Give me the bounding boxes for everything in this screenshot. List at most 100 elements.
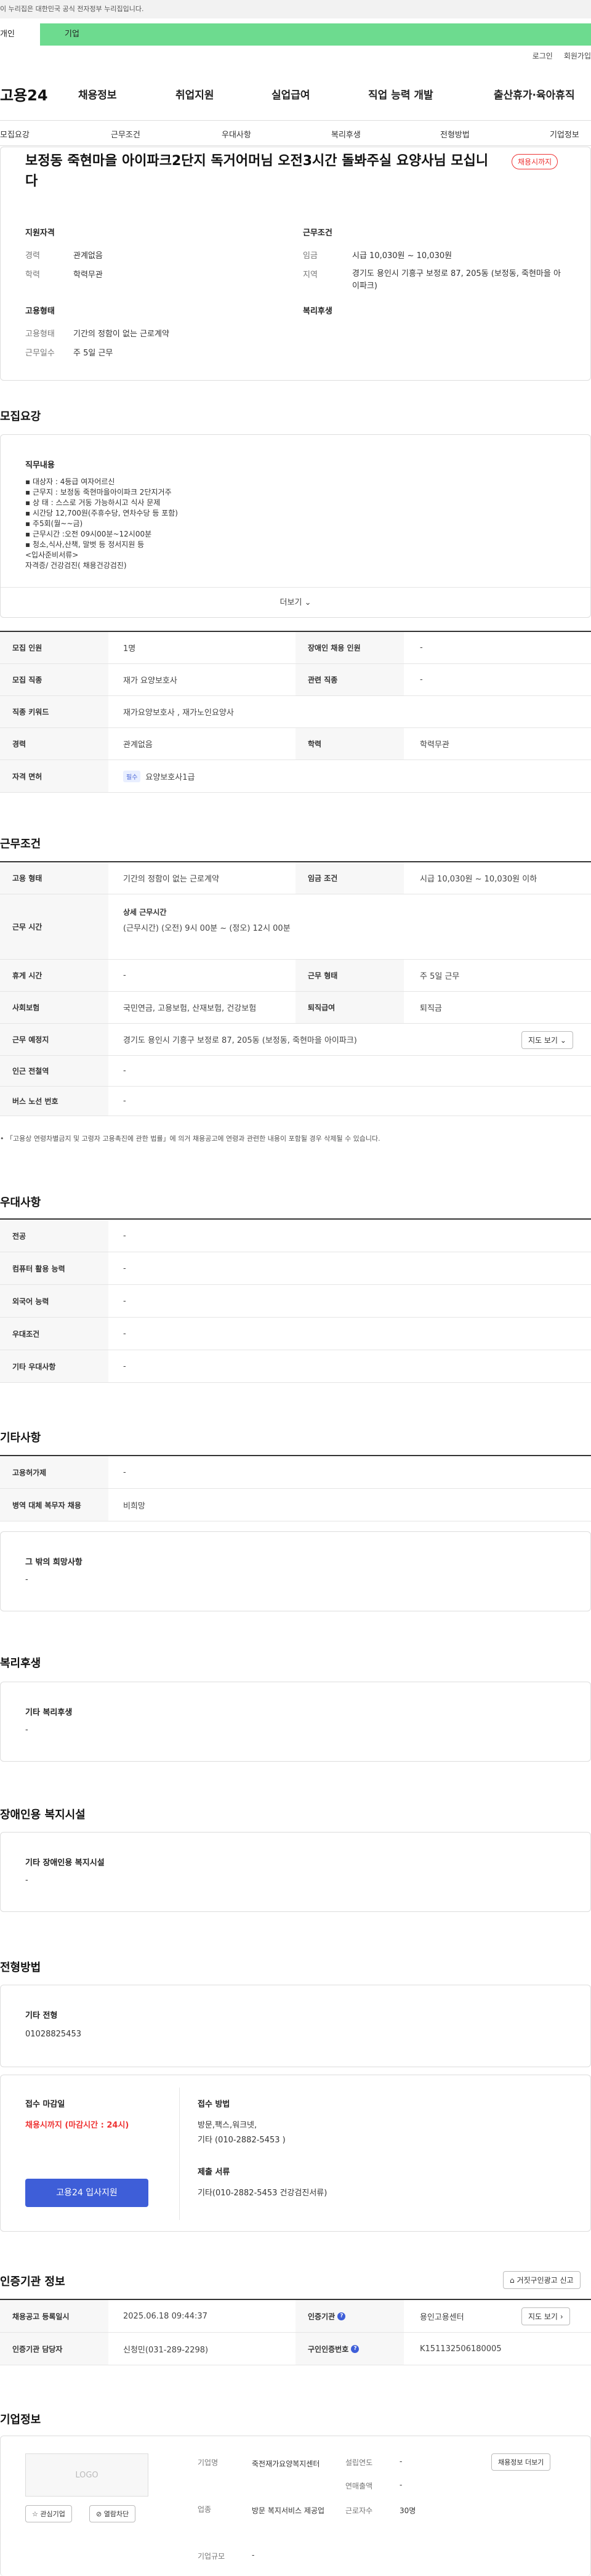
org-map-button[interactable]: 지도 보기 › [521,2307,570,2325]
region-value: 경기도 용인시 기흥구 보정로 87, 205동 (보정동, 죽현마을 아이파크… [352,269,561,291]
tab-business[interactable]: 기업 [40,23,591,46]
table-row: 모집 직종 재가 요양보호사 관련 직종 - [0,664,591,696]
row-value: 2025.06.18 09:44:37 [123,2311,207,2321]
row-value: 학력무관 [420,740,449,750]
gnb-leave[interactable]: 출산휴가·육아휴직 [494,86,575,102]
duty-title: 직무내용 [25,461,55,470]
chevron-down-icon: ⌄ [304,598,312,607]
info-icon[interactable]: ? [351,2344,360,2353]
pref-table: 전공 - 컴퓨터 활용 능력 - 외국어 능력 - 우대조건 - 기타 우대사항 - [0,1218,591,1383]
row-header: 근무 예정지 [0,1024,108,1055]
row-value: - [123,1361,126,1371]
row-header: 병역 대체 복무자 채용 [0,1489,108,1521]
table-row: 병역 대체 복무자 채용 비희망 [0,1489,591,1521]
more-button[interactable]: 더보기 ⌄ [1,587,590,618]
table-row: 직종 키워드 재가요양보호사 , 재가노인요양사 [0,696,591,728]
emp-label: 고용형태 [25,330,55,339]
report-button[interactable]: ⌂ 거짓구인광고 신고 [503,2271,581,2289]
type-title: 고용형태 [25,307,55,316]
row-header: 근무 형태 [296,960,404,991]
table-row: 사회보험 국민연금, 고용보험, 산재보험, 건강보험 퇴직급여 퇴직금 [0,992,591,1024]
login-link[interactable]: 로그인 [533,51,553,61]
row-value: 관계없음 [123,740,153,750]
row-value: 비희망 [123,1501,145,1511]
table-row: 고용허가제 - [0,1456,591,1489]
docs-title: 제출 서류 [198,2168,230,2177]
row-header: 구인인증번호 ? [296,2333,404,2365]
row-header: 전공 [0,1220,108,1252]
gnb-training[interactable]: 직업 능력 개발 [368,86,433,102]
table-row: 외국어 능력 - [0,1285,591,1318]
subnav-work[interactable]: 근무조건 [111,128,140,140]
recruit-section-title: 모집요강 [0,410,41,423]
days-value: 주 5일 근무 [73,349,113,358]
disabled-section-title: 장애인용 복지시설 [0,1808,86,1821]
edu-label: 학력 [25,270,40,280]
welfare-title: 복리후생 [303,307,332,316]
method-value: 기타 (010-2882-5453 ) [198,2136,286,2145]
row-header: 버스 노선 번호 [0,1087,108,1116]
row-value: - [123,1296,126,1306]
career-label: 경력 [25,251,40,261]
row-header: 휴게 시간 [0,960,108,991]
tab-personal[interactable]: 개인 [0,23,40,46]
career-value: 관계없음 [73,251,103,261]
gnb-employment-support[interactable]: 취업지원 [175,86,214,102]
recruit-table: 모집 인원 1명 장애인 채용 인원 - 모집 직종 재가 요양보호사 관련 직… [0,631,591,793]
gnb-unemployment[interactable]: 실업급여 [271,86,310,102]
row-header: 인증기관 ? [296,2300,404,2332]
subnav-benefit[interactable]: 복리후생 [331,128,361,140]
join-link[interactable]: 회원가입 [564,51,591,61]
method-value: 방문,팩스,워크넷, [198,2121,257,2130]
row-value: - [123,1329,126,1339]
row-value: K151132506180005 [420,2344,502,2354]
age-notice: • 「고용상 연령차별금지 및 고령자 고용촉진에 관한 법률」에 의거 채용공… [0,1135,380,1143]
row-header: 인증기관 담당자 [0,2333,108,2365]
row-header: 기타 우대사항 [0,1350,108,1382]
row-value: 주 5일 근무 [420,972,460,981]
wage-label: 임금 [303,251,318,261]
row-header: 외국어 능력 [0,1285,108,1317]
row-value: (근무시간) (오전) 9시 00분 ~ (정오) 12시 00분 [123,924,291,933]
row-value: 용인고용센터 [420,2312,464,2322]
duty-card: 직무내용 ▪ 대상자 : 4등급 여자어르신 ▪ 근무지 : 보정동 죽현마을아… [0,434,591,618]
row-header: 컴퓨터 활용 능력 [0,1252,108,1284]
gnb-jobs[interactable]: 채용정보 [78,86,117,102]
row-header: 채용공고 등록일시 [0,2300,108,2332]
row-header: 고용허가제 [0,1456,108,1488]
row-value: 퇴직금 [420,1004,442,1013]
process-card: 기타 전형 01028825453 [0,1985,591,2067]
size-label: 기업규모 [198,2552,225,2561]
size-value: - [252,2551,255,2559]
row-value: - [123,1231,126,1241]
gov-banner: 이 누리집은 대한민국 공식 전자정부 누리집입니다. [0,0,591,18]
table-row: 근무 예정지 경기도 용인시 기흥구 보정로 87, 205동 (보정동, 죽현… [0,1024,591,1056]
table-row: 인증기관 담당자 신청민(031-289-2298) 구인인증번호 ? K151… [0,2333,591,2365]
subnav-recruit[interactable]: 모집요강 [0,128,30,140]
subnav-pref[interactable]: 우대사항 [222,128,251,140]
map-view-button[interactable]: 지도 보기 ⌄ [521,1031,573,1049]
deadline-title: 접수 마감일 [25,2100,65,2109]
subnav-process[interactable]: 전형방법 [440,128,470,140]
cond-title: 근무조건 [303,229,332,238]
industry-label: 업종 [198,2505,212,2514]
cert-table: 채용공고 등록일시 2025.06.18 09:44:37 인증기관 ? 용인고… [0,2299,591,2365]
subnav-company[interactable]: 기업정보 [550,128,579,140]
favorite-button[interactable]: ☆ 관심기업 [25,2505,72,2522]
duty-line: ▪ 주5회(월~~금) [25,519,83,528]
table-row: 전공 - [0,1220,591,1252]
row-header: 우대조건 [0,1318,108,1350]
star-icon: ☆ [32,2510,38,2518]
duty-line: ▪ 대상자 : 4등급 여자어르신 [25,477,115,486]
apply-button[interactable]: 고용24 입사지원 [25,2179,148,2207]
row-value: - [420,643,423,652]
etc-section-title: 기타사항 [0,1432,41,1444]
row-header: 모집 직종 [0,664,108,695]
more-jobs-button[interactable]: 채용정보 더보기 [491,2453,551,2471]
table-row: 휴게 시간 - 근무 형태 주 5일 근무 [0,960,591,992]
info-icon[interactable]: ? [337,2312,346,2320]
edu-value: 학력무관 [73,270,103,280]
wish-title: 그 밖의 희망사항 [25,1558,82,1567]
block-button[interactable]: ⊘ 열람차단 [89,2505,136,2522]
row-value: 시급 10,030원 ~ 10,030원 이하 [420,875,537,884]
